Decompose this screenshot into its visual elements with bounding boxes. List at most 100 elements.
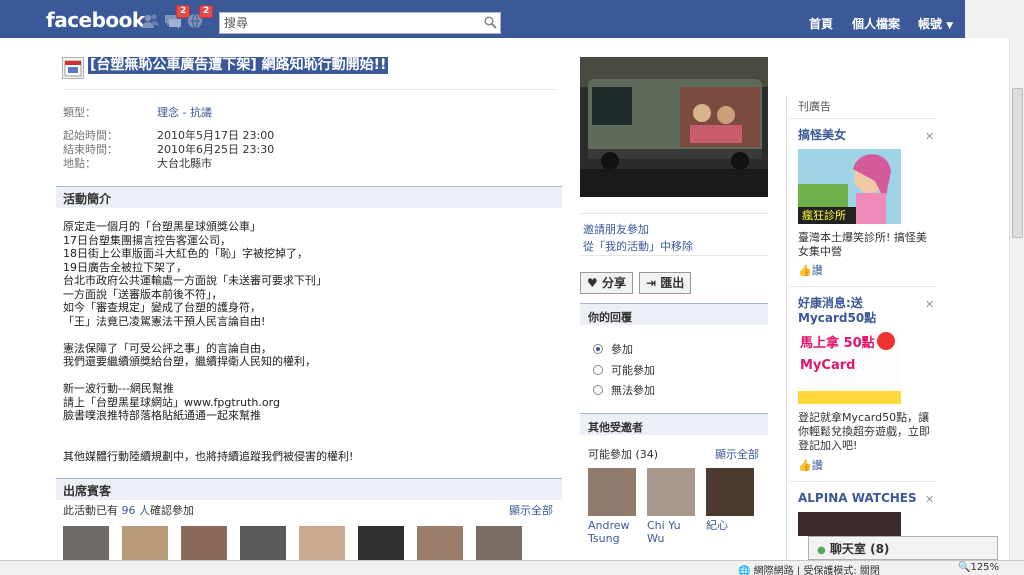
info-value-type[interactable]: 理念 - 抗議 [157,104,212,120]
ad-image-caption: 馬上拿 50點 MyCard [800,336,875,373]
share-icon: ♥ [587,276,598,290]
radio-button[interactable] [593,344,603,354]
radio-button[interactable] [593,365,603,375]
search-icon[interactable] [484,16,497,32]
ad-title[interactable]: 好康消息:送Mycard50點 [798,296,922,326]
description-line: 17日台塑集團揚言控告客運公司， [63,233,231,247]
ad-text[interactable]: 登記就拿Mycard50點，讓你輕鬆兌換超夯遊戲，立即登記加入吧! [798,411,930,453]
description-line: 如今「審查規定」變成了台塑的護身符， [63,301,261,314]
ad-image[interactable]: 瘋狂診所 [798,149,901,224]
description-line: 18日街上公車版面斗大紅色的「恥」字被挖掉了， [63,247,308,260]
friend-requests-icon[interactable] [142,13,160,29]
invitee-name[interactable]: 紀心 [706,519,756,532]
export-icon: ⇥ [646,276,657,290]
attendee-photo[interactable] [476,526,522,562]
export-button[interactable]: ⇥ 匯出 [639,272,692,294]
remove-event-link[interactable]: 從「我的活動」中移除 [583,238,693,254]
close-icon[interactable]: ✕ [925,130,934,143]
attendees-heading: 出席賓客 [56,478,562,500]
description-line [63,423,553,437]
nav-account[interactable]: 帳號 ▼ [918,15,953,32]
invitee[interactable]: Chi Yu Wu [647,468,697,545]
globe-icon: 🌐 [738,566,751,575]
attend-prefix: 此活動已有 [63,504,118,517]
radio-button[interactable] [593,385,603,395]
chat-bar[interactable]: ● 聊天室 (8) [808,536,998,560]
description-line: 臉書噗浪推特部落格貼紙通通一起來幫推 [63,409,261,422]
nav-account-label: 帳號 [918,17,943,31]
rsvp-maybe[interactable]: 可能參加 [593,362,655,378]
security-zone: 🌐 網際網路 | 受保護模式: 關閉 [738,562,880,575]
divider [63,89,555,90]
notifications-badge: 2 [199,5,214,18]
event-cover-photo[interactable] [580,57,768,197]
export-label: 匯出 [660,276,685,290]
invitee[interactable]: Andrew Tsung [588,468,638,545]
rsvp-label: 參加 [611,343,633,356]
ad-image[interactable]: 馬上拿 50點 MyCard [798,331,901,404]
description-line: 一方面說「送審版本前後不符」， [63,287,223,301]
invite-friends-link[interactable]: 邀請朋友參加 [583,221,649,237]
vertical-scrollbar[interactable] [1009,38,1024,560]
show-all-attendees-link[interactable]: 顯示全部 [509,502,553,518]
other-invitees-heading: 其他受邀者 [580,413,768,435]
nav-home[interactable]: 首頁 [809,15,833,32]
rsvp-not-attending[interactable]: 無法參加 [593,382,655,398]
ad-title[interactable]: ALPINA WATCHES [798,491,917,506]
invitee-photo[interactable] [647,468,695,516]
search-input[interactable] [220,13,475,33]
maybe-count: (34) [635,448,659,461]
like-link[interactable]: 👍讚 [798,457,823,473]
invitee-name[interactable]: Andrew Tsung [588,519,638,545]
like-link[interactable]: 👍讚 [798,262,823,278]
event-description: 原定走一個月的「台塑黑星球頒獎公車」 17日台塑集團揚言控告客運公司， 18日街上公… [63,220,553,463]
rsvp-attending[interactable]: 參加 [593,341,633,357]
event-calendar-icon [62,57,84,79]
event-title: [台塑無恥公車廣告遭下架] 網路知恥行動開始!! [88,57,389,74]
share-label: 分享 [601,276,626,290]
attendee-photo[interactable] [63,526,109,562]
close-icon[interactable]: ✕ [925,298,934,311]
attend-summary: 此活動已有 96 人確認參加 [63,502,194,518]
facebook-logo[interactable]: facebook [46,8,145,32]
info-label-type: 類型： [63,106,96,119]
close-icon[interactable]: ✕ [925,493,934,506]
like-label: 讚 [811,264,823,277]
show-all-invitees-link[interactable]: 顯示全部 [715,446,759,462]
attendee-photo[interactable] [358,526,404,562]
chevron-down-icon: ▼ [946,21,954,31]
attendee-photo[interactable] [122,526,168,562]
ad-title[interactable]: 搞怪美女 [798,128,846,143]
attendee-photo[interactable] [299,526,345,562]
scrollbar-thumb[interactable] [1012,88,1023,238]
share-button[interactable]: ♥ 分享 [580,272,633,294]
description-line: 我們還要繼續頒獎給台塑，繼續捍衛人民知的權利， [63,355,316,368]
nav-profile[interactable]: 個人檔案 [852,15,900,32]
info-label-location: 地點： [63,157,96,170]
chat-label: 聊天室 (8) [829,542,890,556]
divider [580,255,768,256]
ad-image[interactable] [798,512,901,536]
search-box[interactable] [219,12,501,34]
description-line [63,369,553,383]
rsvp-heading: 你的回覆 [580,303,768,325]
attendee-photo[interactable] [181,526,227,562]
zoom-level[interactable]: 🔍125% [958,562,999,573]
description-line: 憲法保障了「可受公評之事」的言論自由， [63,341,272,355]
invitee[interactable]: 紀心 [706,468,756,532]
invitee-photo[interactable] [588,468,636,516]
notifications-icon[interactable]: 2 [187,5,214,29]
messages-icon[interactable]: 2 [164,5,191,29]
invitee-photo[interactable] [706,468,754,516]
attendee-photo[interactable] [417,526,463,562]
thumbs-up-icon: 👍 [798,264,812,277]
invitee-name[interactable]: Chi Yu Wu [647,519,697,545]
ad-text[interactable]: 臺灣本土爆笑診所! 搞怪美女集中營 [798,231,930,259]
attendee-photo[interactable] [240,526,286,562]
description-line: 台北市政府公共運輸處一方面說「未送審可要求下刊」 [63,274,327,287]
attend-count-link[interactable]: 96 人 [122,504,151,517]
divider [790,286,936,287]
divider [790,118,936,119]
chat-status-icon: ● [817,545,826,556]
window-edge [965,0,1024,38]
